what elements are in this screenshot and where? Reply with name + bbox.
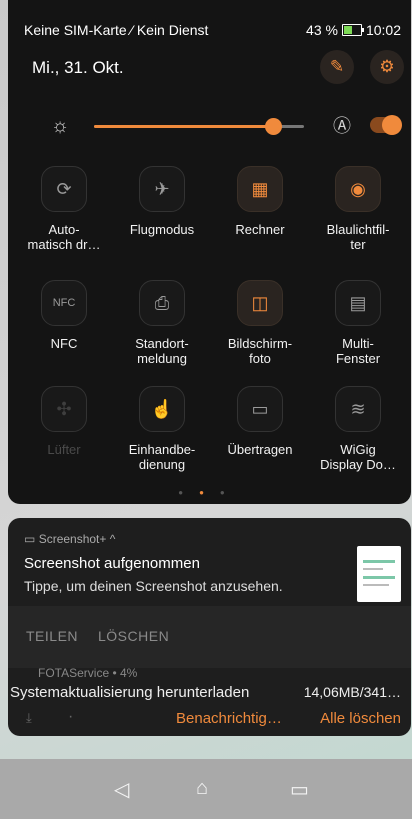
notification-actions: TEILEN LÖSCHEN <box>8 606 411 668</box>
tile-cast[interactable]: ▭ Übertragen <box>212 386 308 457</box>
tile-label: Multi- Fenster <box>335 336 381 366</box>
location-doc-icon: ⎙ <box>139 280 185 326</box>
back-icon[interactable]: ◁ <box>114 777 129 802</box>
screenshot-camera-icon: ◫ <box>237 280 283 326</box>
brightness-fill <box>94 125 273 128</box>
tile-auto-rotate[interactable]: ⟳ Auto- matisch dr… <box>16 166 112 252</box>
tile-screenshot-camera[interactable]: ◫ Bildschirm- foto <box>212 280 308 366</box>
fan-icon: ✣ <box>41 386 87 432</box>
brightness-row: ☼ Ⓐ <box>8 112 411 142</box>
thumbnail-preview <box>363 560 395 586</box>
notification-app[interactable]: ▭ Screenshot+ ^ <box>24 532 115 546</box>
edit-icon[interactable]: ✎ <box>320 50 354 84</box>
recents-icon[interactable]: ▭ <box>290 777 309 802</box>
tile-label: Rechner <box>235 222 285 237</box>
navigation-bar: ◁ ⌂ ▭ <box>0 759 412 819</box>
fota-title: Systemaktualisierung herunterladen <box>10 684 250 701</box>
auto-brightness-toggle[interactable] <box>370 115 402 135</box>
download-icon: ⤓ <box>26 710 32 725</box>
nfc-icon: NFC <box>41 280 87 326</box>
notification-title: Screenshot aufgenommen <box>24 555 200 572</box>
battery-percent: 43 % <box>306 22 338 38</box>
status-bar: Keine SIM-Karte ⁄ Kein Dienst 43 % 10:02 <box>8 0 411 38</box>
eye-shield-icon: ◉ <box>335 166 381 212</box>
one-hand-icon: ☝ <box>139 386 185 432</box>
battery-icon <box>341 24 364 36</box>
airplane-icon: ✈ <box>139 166 185 212</box>
cast-icon: ▭ <box>237 386 283 432</box>
tile-one-hand[interactable]: ☝ Einhandbe- dienung <box>114 386 210 472</box>
page-dot: ● <box>178 488 200 497</box>
share-button[interactable]: TEILEN <box>26 628 78 644</box>
status-right: 43 % 10:02 <box>306 22 401 38</box>
auto-rotate-icon: ⟳ <box>41 166 87 212</box>
notification-settings-button[interactable]: Benachrichtig… <box>176 710 282 727</box>
quick-settings-panel: Keine SIM-Karte ⁄ Kein Dienst 43 % 10:02… <box>8 0 411 504</box>
delete-button[interactable]: LÖSCHEN <box>98 628 169 644</box>
separator-dot: · <box>68 708 74 725</box>
wigig-icon: ≋ <box>335 386 381 432</box>
brightness-knob[interactable] <box>264 118 282 135</box>
clear-all-button[interactable]: Alle löschen <box>320 710 401 727</box>
tile-eye-shield[interactable]: ◉ Blaulichtfil- ter <box>310 166 406 252</box>
tile-fan[interactable]: ✣ Lüfter <box>16 386 112 457</box>
fota-size: 14,06MB/341… <box>303 684 401 700</box>
clock: 10:02 <box>365 22 401 38</box>
tile-calculator[interactable]: ▦ Rechner <box>212 166 308 237</box>
brightness-icon: ☼ <box>50 115 70 137</box>
calculator-icon: ▦ <box>237 166 283 212</box>
gear-icon[interactable]: ⚙ <box>370 50 404 84</box>
screenshot-thumbnail[interactable] <box>357 546 401 602</box>
auto-brightness-icon: Ⓐ <box>333 116 351 136</box>
tile-label: Einhandbe- dienung <box>128 442 196 472</box>
page-dot-active: ● <box>199 488 220 497</box>
brightness-slider[interactable] <box>94 118 304 135</box>
notification-text: Tippe, um deinen Screenshot anzusehen. <box>24 578 283 594</box>
fota-app-label: FOTAService • 4% <box>38 666 138 680</box>
tile-label: Übertragen <box>227 442 293 457</box>
notification-card[interactable]: ▭ Screenshot+ ^ Screenshot aufgenommen T… <box>8 518 411 736</box>
tile-label: WiGig Display Do… <box>320 442 396 472</box>
date-label: Mi., 31. Okt. <box>32 58 124 77</box>
tile-label: Flugmodus <box>129 222 195 237</box>
tile-nfc[interactable]: NFC NFC <box>16 280 112 351</box>
tile-label: Lüfter <box>47 442 81 457</box>
tile-airplane[interactable]: ✈ Flugmodus <box>114 166 210 237</box>
page-dot: ● <box>219 488 241 497</box>
tile-label: Bildschirm- foto <box>227 336 293 366</box>
tile-label: NFC <box>50 336 78 351</box>
tile-wigig[interactable]: ≋ WiGig Display Do… <box>310 386 406 472</box>
carrier-text: Keine SIM-Karte ⁄ Kein Dienst <box>24 22 209 38</box>
notification-footer: ⤓ · Benachrichtig… Alle löschen <box>8 704 411 734</box>
tile-label: Standort- meldung <box>135 336 189 366</box>
tile-location-doc[interactable]: ⎙ Standort- meldung <box>114 280 210 366</box>
image-icon: ▭ <box>24 532 36 546</box>
tile-label: Blaulichtfil- ter <box>326 222 390 252</box>
tile-label: Auto- matisch dr… <box>27 222 101 252</box>
page-indicator: ●●● <box>8 488 411 497</box>
multi-window-icon: ▤ <box>335 280 381 326</box>
home-icon[interactable]: ⌂ <box>196 777 208 800</box>
tile-multi-window[interactable]: ▤ Multi- Fenster <box>310 280 406 366</box>
